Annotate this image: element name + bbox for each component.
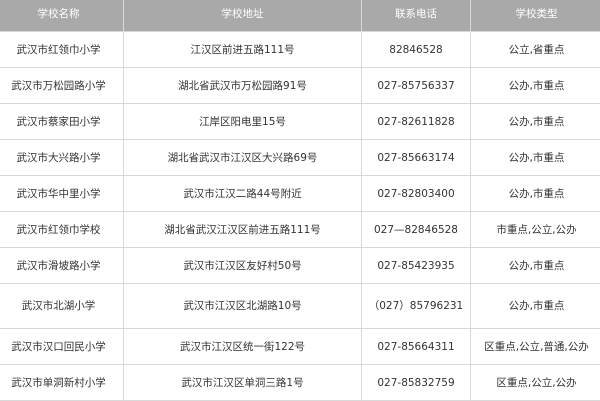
school-table: 学校名称 学校地址 联系电话 学校类型 武汉市红领巾小学 江汉区前进五路111号… [0, 0, 600, 401]
school-address-cell: 江汉区前进五路111号 [124, 32, 362, 68]
school-name-cell: 武汉市蔡家田小学 [0, 104, 124, 140]
school-type-cell: 区重点,公立,普通,公办 [471, 329, 600, 365]
school-address-cell: 江岸区阳电里15号 [124, 104, 362, 140]
school-name-cell: 武汉市大兴路小学 [0, 140, 124, 176]
school-address-cell: 湖北省武汉江汉区前进五路111号 [124, 212, 362, 248]
school-type-cell: 公办,市重点 [471, 140, 600, 176]
phone-cell: 027-82803400 [362, 176, 471, 212]
school-type-cell: 区重点,公立,公办 [471, 365, 600, 401]
school-name-cell: 武汉市单洞新村小学 [0, 365, 124, 401]
phone-cell: 027-85756337 [362, 68, 471, 104]
school-type-cell: 公办,市重点 [471, 176, 600, 212]
table-row: 武汉市汉口回民小学 武汉市江汉区统一街122号 027-85664311 区重点… [0, 329, 600, 365]
header-school-name: 学校名称 [0, 0, 124, 32]
table-row: 武汉市滑坡路小学 武汉市江汉区友好村50号 027-85423935 公办,市重… [0, 248, 600, 284]
phone-cell: 027-82611828 [362, 104, 471, 140]
school-address-cell: 武汉市江汉二路44号附近 [124, 176, 362, 212]
phone-cell: 027-85423935 [362, 248, 471, 284]
school-type-cell: 公办,市重点 [471, 104, 600, 140]
phone-cell: 82846528 [362, 32, 471, 68]
table-row: 武汉市北湖小学 武汉市江汉区北湖路10号 （027）85796231 公办,市重… [0, 284, 600, 329]
table-header-row: 学校名称 学校地址 联系电话 学校类型 [0, 0, 600, 32]
school-address-cell: 湖北省武汉市万松园路91号 [124, 68, 362, 104]
table-row: 武汉市华中里小学 武汉市江汉二路44号附近 027-82803400 公办,市重… [0, 176, 600, 212]
header-school-type: 学校类型 [471, 0, 600, 32]
header-school-address: 学校地址 [124, 0, 362, 32]
phone-cell: 027-85663174 [362, 140, 471, 176]
phone-cell: 027-85664311 [362, 329, 471, 365]
school-name-cell: 武汉市北湖小学 [0, 284, 124, 329]
header-phone: 联系电话 [362, 0, 471, 32]
table-row: 武汉市单洞新村小学 武汉市江汉区单洞三路1号 027-85832759 区重点,… [0, 365, 600, 401]
school-name-cell: 武汉市汉口回民小学 [0, 329, 124, 365]
phone-cell: （027）85796231 [362, 284, 471, 329]
school-type-cell: 公办,市重点 [471, 248, 600, 284]
table-row: 武汉市红领巾小学 江汉区前进五路111号 82846528 公立,省重点 [0, 32, 600, 68]
table-row: 武汉市红领巾学校 湖北省武汉江汉区前进五路111号 027—82846528 市… [0, 212, 600, 248]
school-name-cell: 武汉市红领巾小学 [0, 32, 124, 68]
school-address-cell: 武汉市江汉区友好村50号 [124, 248, 362, 284]
school-name-cell: 武汉市滑坡路小学 [0, 248, 124, 284]
school-address-cell: 武汉市江汉区北湖路10号 [124, 284, 362, 329]
phone-cell: 027—82846528 [362, 212, 471, 248]
table-row: 武汉市蔡家田小学 江岸区阳电里15号 027-82611828 公办,市重点 [0, 104, 600, 140]
school-address-cell: 武汉市江汉区单洞三路1号 [124, 365, 362, 401]
phone-cell: 027-85832759 [362, 365, 471, 401]
table-row: 武汉市大兴路小学 湖北省武汉市江汉区大兴路69号 027-85663174 公办… [0, 140, 600, 176]
table-row: 武汉市万松园路小学 湖北省武汉市万松园路91号 027-85756337 公办,… [0, 68, 600, 104]
school-address-cell: 武汉市江汉区统一街122号 [124, 329, 362, 365]
school-name-cell: 武汉市华中里小学 [0, 176, 124, 212]
school-type-cell: 公办,市重点 [471, 284, 600, 329]
school-name-cell: 武汉市万松园路小学 [0, 68, 124, 104]
school-type-cell: 公立,省重点 [471, 32, 600, 68]
school-address-cell: 湖北省武汉市江汉区大兴路69号 [124, 140, 362, 176]
school-type-cell: 公办,市重点 [471, 68, 600, 104]
school-name-cell: 武汉市红领巾学校 [0, 212, 124, 248]
school-type-cell: 市重点,公立,公办 [471, 212, 600, 248]
